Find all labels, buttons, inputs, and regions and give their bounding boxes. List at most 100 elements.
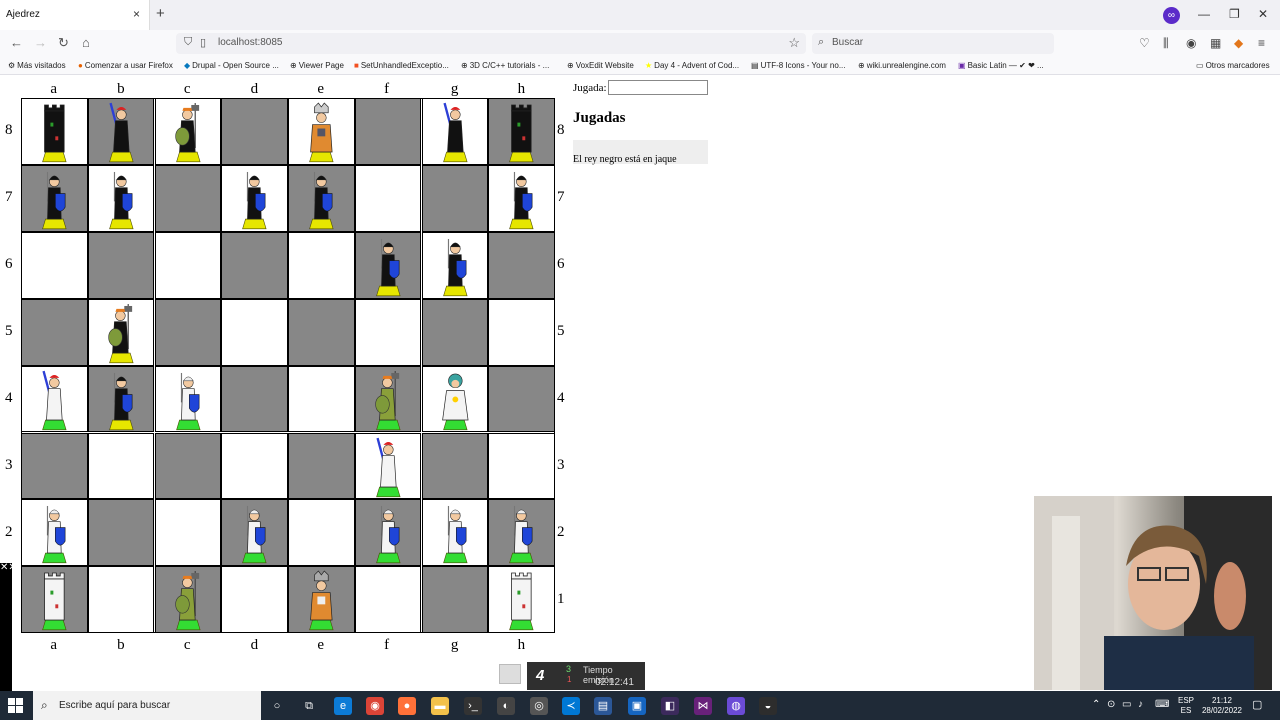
windows-start-icon[interactable] bbox=[8, 698, 23, 713]
square-d1[interactable] bbox=[221, 566, 288, 634]
white-king-icon[interactable] bbox=[289, 567, 354, 632]
square-f7[interactable] bbox=[354, 164, 422, 232]
square-h1[interactable] bbox=[488, 566, 555, 634]
square-e4[interactable] bbox=[288, 365, 355, 433]
square-d7[interactable] bbox=[221, 164, 288, 232]
square-f1[interactable] bbox=[354, 566, 422, 634]
square-b8[interactable] bbox=[87, 98, 155, 165]
app-icon[interactable]: ▣ bbox=[628, 697, 646, 715]
square-a5[interactable] bbox=[21, 298, 88, 366]
bookmark-item[interactable]: ■ SetUnhandledExceptio... bbox=[354, 61, 449, 70]
square-c3[interactable] bbox=[154, 432, 222, 500]
square-h5[interactable] bbox=[488, 298, 555, 366]
square-c8[interactable] bbox=[154, 98, 222, 165]
bookmark-item[interactable]: ▣ Basic Latin — ✔ ❤ ... bbox=[958, 61, 1044, 70]
square-b6[interactable] bbox=[87, 231, 155, 299]
black-pawn-icon[interactable] bbox=[222, 166, 287, 231]
cortana-icon[interactable]: ○ bbox=[268, 697, 286, 715]
language-indicator[interactable]: ESP ES bbox=[1178, 696, 1194, 716]
bookmark-star-icon[interactable]: ☆ bbox=[788, 35, 800, 51]
square-h8[interactable] bbox=[488, 98, 555, 165]
square-f8[interactable] bbox=[354, 98, 422, 165]
white-knight-icon[interactable] bbox=[356, 434, 421, 499]
black-pawn-icon[interactable] bbox=[89, 367, 154, 432]
bookmark-item[interactable]: ◆ Drupal - Open Source ... bbox=[184, 61, 279, 70]
notifications-icon[interactable]: ▢ bbox=[1252, 698, 1262, 711]
square-g6[interactable] bbox=[421, 231, 489, 299]
app-icon[interactable]: ◐ bbox=[497, 697, 515, 715]
back-icon[interactable]: ← bbox=[10, 35, 23, 50]
square-c7[interactable] bbox=[154, 164, 222, 232]
black-pawn-icon[interactable] bbox=[356, 233, 421, 298]
square-g2[interactable] bbox=[421, 499, 489, 567]
firefox-icon[interactable]: ● bbox=[398, 697, 416, 715]
library-icon[interactable]: ⫼ bbox=[1163, 36, 1169, 51]
square-d3[interactable] bbox=[221, 432, 288, 500]
black-pawn-icon[interactable] bbox=[89, 166, 154, 231]
square-a6[interactable] bbox=[21, 231, 88, 299]
square-d8[interactable] bbox=[221, 98, 288, 165]
chevron-up-icon[interactable]: ⌃ bbox=[1092, 699, 1100, 710]
url-bar[interactable]: ⛉ ▯ localhost:8085 ☆ bbox=[176, 33, 806, 54]
square-f5[interactable] bbox=[354, 298, 422, 366]
obs-icon[interactable]: ◒ bbox=[759, 697, 777, 715]
volume-icon[interactable]: ♪ bbox=[1138, 699, 1143, 710]
square-e6[interactable] bbox=[288, 231, 355, 299]
sync-icon[interactable]: ◉ bbox=[1186, 36, 1196, 50]
square-c4[interactable] bbox=[154, 365, 222, 433]
square-c1[interactable] bbox=[154, 566, 222, 634]
bookmark-item[interactable]: ⊕ VoxEdit Website bbox=[567, 61, 634, 70]
white-pawn-icon[interactable] bbox=[222, 500, 287, 565]
white-pawn-icon[interactable] bbox=[156, 367, 221, 432]
square-b4[interactable] bbox=[87, 365, 155, 433]
url-text[interactable]: localhost:8085 bbox=[218, 37, 283, 48]
keyboard-icon[interactable]: ⌨ bbox=[1155, 699, 1169, 710]
square-c2[interactable] bbox=[154, 499, 222, 567]
square-e5[interactable] bbox=[288, 298, 355, 366]
square-c5[interactable] bbox=[154, 298, 222, 366]
white-pawn-icon[interactable] bbox=[423, 500, 488, 565]
pocket-icon[interactable]: ♡ bbox=[1139, 36, 1150, 50]
search-field[interactable]: ⌕ Buscar bbox=[812, 33, 1054, 54]
square-b5[interactable] bbox=[87, 298, 155, 366]
square-d2[interactable] bbox=[221, 499, 288, 567]
white-bishop-icon[interactable] bbox=[156, 567, 221, 632]
black-bishop-icon[interactable] bbox=[156, 99, 221, 164]
square-b3[interactable] bbox=[87, 432, 155, 500]
square-g4[interactable] bbox=[421, 365, 489, 433]
square-f6[interactable] bbox=[354, 231, 422, 299]
network-icon[interactable]: ▭ bbox=[1122, 699, 1131, 710]
tab-ajedrez[interactable]: Ajedrez × bbox=[0, 0, 150, 30]
new-tab-button[interactable]: + bbox=[156, 5, 165, 22]
metamask-icon[interactable]: ◆ bbox=[1234, 36, 1243, 50]
square-g7[interactable] bbox=[421, 164, 489, 232]
bookmark-item[interactable]: ⊕ Viewer Page bbox=[290, 61, 344, 70]
jugada-input[interactable] bbox=[608, 80, 708, 95]
chrome-icon[interactable]: ◉ bbox=[366, 697, 384, 715]
square-g5[interactable] bbox=[421, 298, 489, 366]
square-a1[interactable] bbox=[21, 566, 88, 634]
black-rook-icon[interactable] bbox=[489, 99, 554, 164]
app-icon[interactable]: ◍ bbox=[727, 697, 745, 715]
black-pawn-icon[interactable] bbox=[289, 166, 354, 231]
bookmark-item[interactable]: ⚙ Más visitados bbox=[8, 61, 66, 70]
square-e1[interactable] bbox=[288, 566, 355, 634]
bookmark-item[interactable]: ⊕ 3D C/C++ tutorials - ... bbox=[461, 61, 549, 70]
square-a3[interactable] bbox=[21, 432, 88, 500]
square-g8[interactable] bbox=[421, 98, 489, 165]
black-pawn-icon[interactable] bbox=[423, 233, 488, 298]
square-a2[interactable] bbox=[21, 499, 88, 567]
black-pawn-icon[interactable] bbox=[489, 166, 554, 231]
bookmark-item[interactable]: ● Comenzar a usar Firefox bbox=[78, 61, 173, 70]
app-icon[interactable]: ◎ bbox=[530, 697, 548, 715]
black-rook-icon[interactable] bbox=[22, 99, 87, 164]
other-bookmarks[interactable]: ▭ Otros marcadores bbox=[1196, 61, 1270, 70]
square-a4[interactable] bbox=[21, 365, 88, 433]
square-g3[interactable] bbox=[421, 432, 489, 500]
square-d5[interactable] bbox=[221, 298, 288, 366]
black-bishop-icon[interactable] bbox=[89, 300, 154, 365]
minimize-icon[interactable]: — bbox=[1198, 7, 1210, 21]
square-e3[interactable] bbox=[288, 432, 355, 500]
square-d6[interactable] bbox=[221, 231, 288, 299]
close-tab-icon[interactable]: × bbox=[133, 7, 140, 21]
